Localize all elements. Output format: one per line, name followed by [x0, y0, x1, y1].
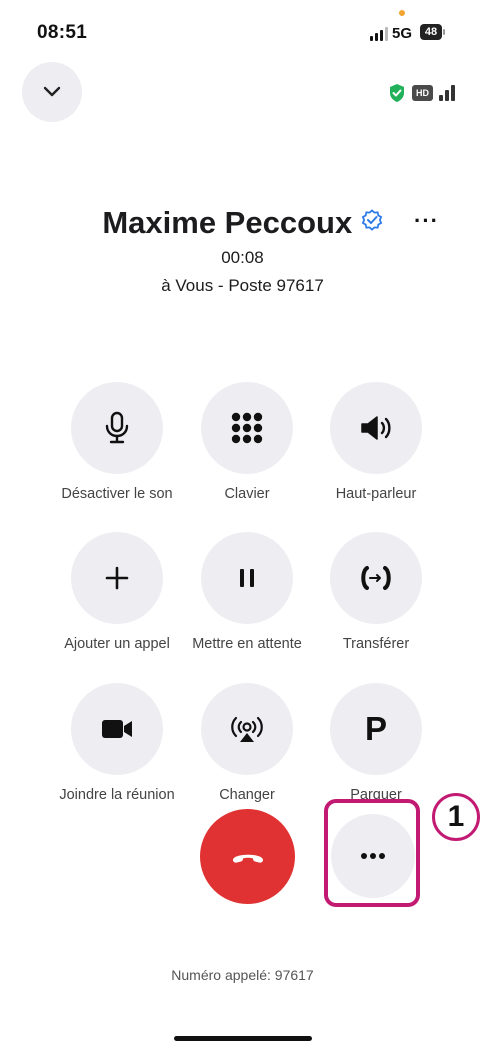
microphone-icon — [105, 411, 129, 444]
verified-badge-icon — [361, 209, 382, 231]
caller-name-row: Maxime Peccoux — [0, 205, 485, 241]
hold-label: Mettre en attente — [192, 636, 302, 652]
park-icon: P — [364, 710, 387, 747]
hd-badge: HD — [412, 85, 433, 101]
cellular-signal-icon — [370, 27, 388, 41]
plus-icon — [105, 566, 129, 590]
transfer-label: Transférer — [342, 636, 410, 652]
hold-button[interactable] — [201, 532, 293, 624]
call-duration: 00:08 — [221, 248, 264, 267]
chevron-down-icon — [43, 86, 61, 97]
join-meeting-control[interactable]: Joindre la réunion — [47, 683, 187, 803]
status-time: 08:51 — [37, 22, 88, 43]
speaker-icon — [361, 416, 391, 440]
hold-control[interactable]: Mettre en attente — [177, 532, 317, 652]
call-quality-indicator: HD — [388, 83, 455, 103]
end-call-button[interactable] — [200, 809, 295, 904]
annotation-step-badge: 1 — [432, 793, 480, 841]
keypad-control[interactable]: Clavier — [177, 382, 317, 502]
transfer-icon — [361, 566, 391, 590]
mute-button[interactable] — [71, 382, 163, 474]
park-control[interactable]: P Parquer — [306, 683, 446, 803]
switch-device-label: Changer — [219, 787, 275, 803]
park-button[interactable]: P — [330, 683, 422, 775]
transfer-button[interactable] — [330, 532, 422, 624]
transfer-control[interactable]: Transférer — [306, 532, 446, 652]
battery-icon: 48 — [420, 24, 442, 40]
video-camera-icon — [102, 720, 132, 738]
privacy-indicator-dot — [399, 10, 405, 16]
collapse-call-button[interactable] — [22, 62, 82, 122]
join-meeting-button[interactable] — [71, 683, 163, 775]
keypad-button[interactable] — [201, 382, 293, 474]
speaker-button[interactable] — [330, 382, 422, 474]
status-bar: 08:51 5G 48 — [0, 0, 485, 60]
add-call-control[interactable]: Ajouter un appel — [47, 532, 187, 652]
battery-tip — [443, 29, 445, 35]
speaker-label: Haut-parleur — [335, 486, 417, 502]
hang-up-icon — [232, 854, 263, 863]
call-destination: à Vous - Poste 97617 — [161, 276, 324, 295]
dialed-number: Numéro appelé: 97617 — [171, 967, 314, 983]
network-type: 5G — [392, 25, 413, 42]
add-call-label: Ajouter un appel — [64, 636, 170, 652]
caller-more-options-button[interactable]: ··· — [414, 208, 439, 234]
switch-device-button[interactable] — [201, 683, 293, 775]
call-quality-bars-icon — [439, 85, 455, 101]
caller-name: Maxime Peccoux — [102, 205, 353, 240]
mute-label: Désactiver le son — [61, 486, 173, 502]
switch-device-control[interactable]: Changer — [177, 683, 317, 803]
annotation-highlight-box — [324, 799, 420, 907]
keypad-icon — [231, 412, 263, 444]
join-meeting-label: Joindre la réunion — [59, 787, 175, 803]
keypad-label: Clavier — [224, 486, 270, 502]
speaker-control[interactable]: Haut-parleur — [306, 382, 446, 502]
add-call-button[interactable] — [71, 532, 163, 624]
pause-icon — [240, 569, 254, 587]
secure-shield-icon — [390, 84, 404, 102]
switch-device-icon — [231, 716, 263, 742]
home-indicator[interactable] — [174, 1036, 312, 1041]
mute-control[interactable]: Désactiver le son — [47, 382, 187, 502]
